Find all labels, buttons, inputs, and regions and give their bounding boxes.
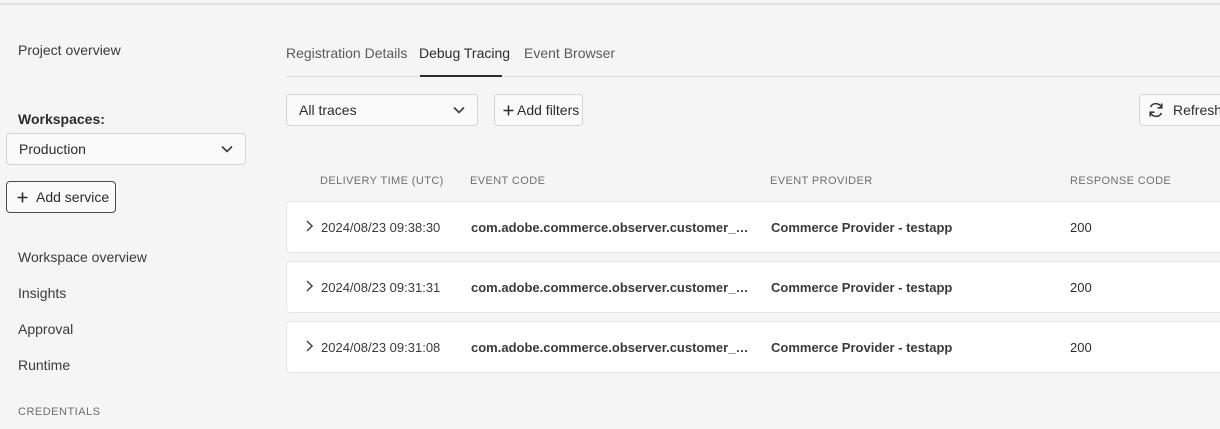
plus-icon: [17, 192, 28, 202]
table-row[interactable]: 2024/08/23 09:38:30 com.adobe.commerce.o…: [286, 201, 1220, 253]
add-service-label: Add service: [36, 189, 110, 205]
table-row[interactable]: 2024/08/23 09:31:31 com.adobe.commerce.o…: [286, 261, 1220, 313]
tab-event-browser[interactable]: Event Browser: [524, 45, 615, 61]
trace-filter-value: All traces: [299, 102, 357, 118]
chevron-right-icon[interactable]: [304, 219, 316, 233]
refresh-label: Refresh l: [1173, 102, 1220, 118]
add-filters-label: Add filters: [517, 102, 580, 118]
event-provider-cell: Commerce Provider - testapp: [771, 280, 953, 295]
column-header-delivery-time[interactable]: DELIVERY TIME (UTC): [320, 175, 444, 187]
response-code-cell: 200: [1070, 220, 1092, 235]
workspace-select[interactable]: Production: [6, 133, 246, 165]
tab-debug-tracing[interactable]: Debug Tracing: [419, 45, 510, 61]
event-provider-cell: Commerce Provider - testapp: [771, 220, 953, 235]
credentials-section-label: CREDENTIALS: [18, 406, 101, 418]
trace-filter-select[interactable]: All traces: [286, 94, 478, 126]
table-row[interactable]: 2024/08/23 09:31:08 com.adobe.commerce.o…: [286, 321, 1220, 373]
delivery-time-cell: 2024/08/23 09:31:08: [321, 340, 441, 355]
event-code-cell: com.adobe.commerce.observer.customer_gr.…: [471, 280, 749, 295]
delivery-time-cell: 2024/08/23 09:38:30: [321, 220, 441, 235]
refresh-button[interactable]: Refresh l: [1139, 94, 1220, 126]
event-code-cell: com.adobe.commerce.observer.customer_sa.…: [471, 340, 749, 355]
event-code-cell: com.adobe.commerce.observer.customer_gr.…: [471, 220, 749, 235]
column-header-event-provider[interactable]: EVENT PROVIDER: [770, 175, 873, 187]
workspaces-label: Workspaces:: [18, 111, 105, 127]
sidebar: Project overview Workspaces: Production …: [0, 0, 260, 429]
sidebar-item-approval[interactable]: Approval: [18, 321, 73, 337]
delivery-time-cell: 2024/08/23 09:31:31: [321, 280, 441, 295]
chevron-right-icon[interactable]: [304, 279, 316, 293]
chevron-right-icon[interactable]: [304, 339, 316, 353]
workspace-select-value: Production: [19, 141, 86, 157]
response-code-cell: 200: [1070, 280, 1092, 295]
tab-registration-details[interactable]: Registration Details: [286, 45, 407, 61]
refresh-icon: [1149, 102, 1163, 118]
response-code-cell: 200: [1070, 340, 1092, 355]
chevron-down-icon: [221, 145, 233, 153]
event-provider-cell: Commerce Provider - testapp: [771, 340, 953, 355]
sidebar-item-runtime[interactable]: Runtime: [18, 357, 70, 373]
plus-icon: [503, 105, 514, 115]
tab-bar: Registration Details Debug Tracing Event…: [286, 0, 1220, 77]
active-tab-indicator: [420, 75, 502, 77]
add-service-button[interactable]: Add service: [6, 181, 116, 213]
column-header-response-code[interactable]: RESPONSE CODE: [1070, 175, 1171, 187]
column-header-event-code[interactable]: EVENT CODE: [470, 175, 545, 187]
add-filters-button[interactable]: Add filters: [494, 94, 583, 126]
sidebar-item-insights[interactable]: Insights: [18, 285, 66, 301]
chevron-down-icon: [453, 106, 465, 114]
sidebar-item-workspace-overview[interactable]: Workspace overview: [18, 249, 147, 265]
project-overview-link[interactable]: Project overview: [18, 42, 121, 58]
